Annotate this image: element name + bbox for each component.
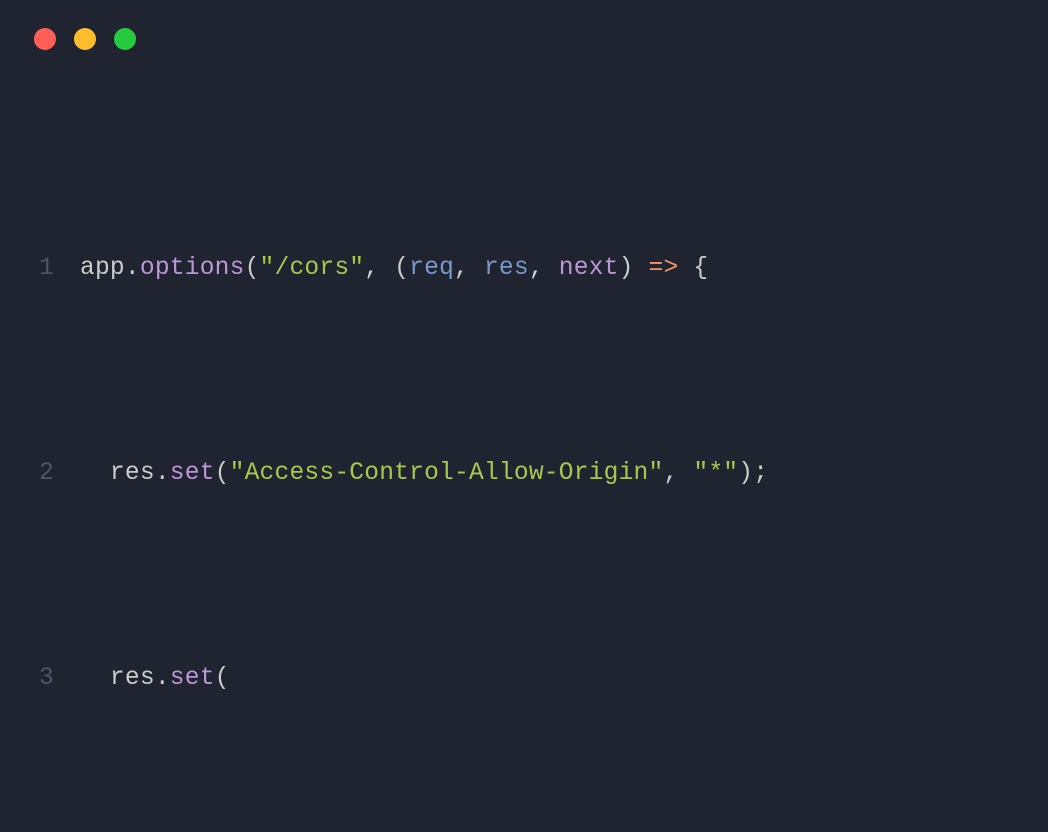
code-editor[interactable]: 1 app.options("/cors", (req, res, next) … [0,84,1048,832]
code-line: 3 res.set( [20,658,1048,699]
line-number: 1 [20,248,80,289]
code-line: 2 res.set("Access-Control-Allow-Origin",… [20,453,1048,494]
code-window: 1 app.options("/cors", (req, res, next) … [0,0,1048,832]
code-line: 1 app.options("/cors", (req, res, next) … [20,248,1048,289]
minimize-icon[interactable] [74,28,96,50]
code-content: res.set( [80,658,230,699]
window-controls [0,28,1048,84]
code-content: app.options("/cors", (req, res, next) =>… [80,248,708,289]
line-number: 3 [20,658,80,699]
line-number: 2 [20,453,80,494]
zoom-icon[interactable] [114,28,136,50]
close-icon[interactable] [34,28,56,50]
code-content: res.set("Access-Control-Allow-Origin", "… [80,453,768,494]
